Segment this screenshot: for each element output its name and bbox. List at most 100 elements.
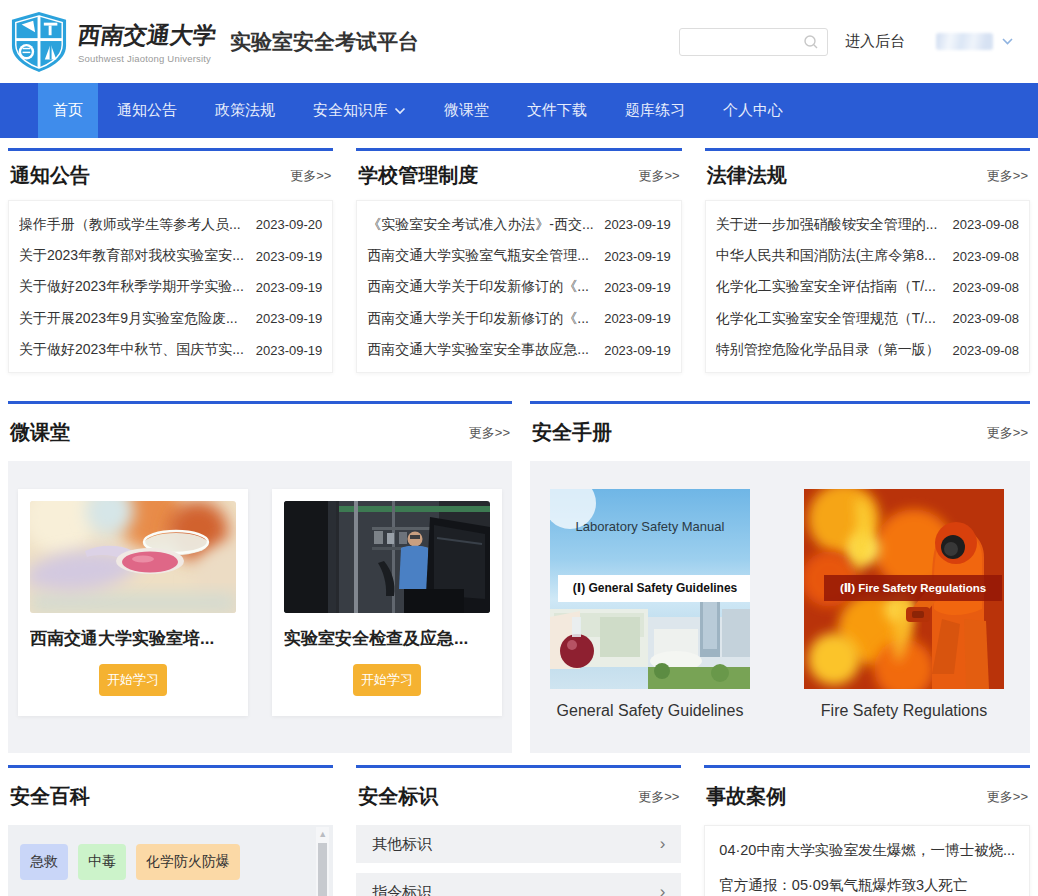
list-item[interactable]: 关于做好2023年中秋节、国庆节实... 2023-09-19 — [19, 335, 322, 366]
list-item[interactable]: 化学化工实验室安全管理规范（T/...2023-09-08 — [716, 303, 1019, 334]
search-icon[interactable] — [803, 34, 819, 50]
more-link[interactable]: 更多>> — [987, 167, 1028, 185]
more-link[interactable]: 更多>> — [469, 424, 510, 442]
main-content: 通知公告 更多>> 操作手册（教师或学生等参考人员...2023-09-20关于… — [0, 148, 1038, 896]
wiki-tag[interactable]: 急救 — [20, 844, 68, 880]
item-date: 2023-09-08 — [953, 249, 1020, 264]
item-date: 2023-09-19 — [604, 311, 671, 326]
section-title: 安全百科 — [10, 783, 90, 810]
section-title: 微课堂 — [10, 419, 70, 446]
user-name-blurred — [936, 33, 993, 50]
item-date: 2023-09-08 — [953, 217, 1020, 232]
item-title[interactable]: 关于2023年教育部对我校实验室安... — [19, 247, 250, 265]
item-date: 2023-09-19 — [256, 280, 323, 295]
sign-category-row[interactable]: 其他标识› — [356, 825, 681, 863]
search-box[interactable] — [679, 28, 828, 56]
nav-item-5[interactable]: 文件下载 — [508, 83, 606, 138]
list-item[interactable]: 特别管控危险化学品目录（第一版） 2023-09-08 — [716, 335, 1019, 366]
section-title: 事故案例 — [706, 783, 786, 810]
manual-caption[interactable]: General Safety Guidelines — [550, 702, 750, 720]
nav-item-3[interactable]: 安全知识库 — [294, 83, 425, 138]
more-link[interactable]: 更多>> — [987, 788, 1028, 806]
list-item[interactable]: 化学化工实验室安全评估指南（T/... 2023-09-08 — [716, 272, 1019, 303]
sign-category-row[interactable]: 指令标识 › — [356, 873, 681, 896]
header: 西南交通大学 Southwest Jiaotong University 实验室… — [0, 0, 1038, 83]
user-menu[interactable] — [936, 33, 1013, 50]
list-item[interactable]: 操作手册（教师或学生等参考人员... 2023-09-20 — [19, 209, 322, 240]
section-title: 法律法规 — [707, 162, 787, 189]
sign-category-label: 指令标识 — [372, 883, 432, 896]
item-title[interactable]: 关于开展2023年9月实验室危险废... — [19, 310, 250, 328]
item-title[interactable]: 《实验室安全考试准入办法》-西交... — [367, 216, 598, 234]
item-title[interactable]: 化学化工实验室安全管理规范（T/... — [716, 310, 947, 328]
course-card[interactable]: 实验室安全检查及应急... 开始学习 — [272, 489, 502, 716]
manual-caption[interactable]: Fire Safety Regulations — [804, 702, 1004, 720]
wiki-panel: 急救中毒化学防火防爆 ▲ — [8, 825, 333, 896]
start-learning-button[interactable]: 开始学习 — [353, 664, 421, 696]
list-item[interactable]: 西南交通大学实验室气瓶安全管理... 2023-09-19 — [367, 240, 670, 271]
list-item[interactable]: 西南交通大学关于印发新修订的《... 2023-09-19 — [367, 272, 670, 303]
item-date: 2023-09-20 — [256, 217, 323, 232]
more-link[interactable]: 更多>> — [987, 424, 1028, 442]
list-item[interactable]: 《实验室安全考试准入办法》-西交...2023-09-19 — [367, 209, 670, 240]
search-input[interactable] — [688, 34, 803, 49]
course-card[interactable]: 西南交通大学实验室培... 开始学习 — [18, 489, 248, 716]
nav-item-2[interactable]: 政策法规 — [196, 83, 294, 138]
item-title[interactable]: 西南交通大学实验室气瓶安全管理... — [367, 247, 598, 265]
section-notices: 通知公告 更多>> 操作手册（教师或学生等参考人员...2023-09-20关于… — [8, 148, 333, 373]
course-image-petri-dish — [30, 501, 236, 613]
nav-item-6[interactable]: 题库练习 — [606, 83, 704, 138]
item-title[interactable]: 西南交通大学关于印发新修订的《... — [367, 310, 598, 328]
item-date: 2023-09-08 — [953, 280, 1020, 295]
chevron-down-icon — [394, 107, 406, 115]
item-date: 2023-09-19 — [256, 343, 323, 358]
wiki-tag[interactable]: 化学防火防爆 — [136, 844, 240, 880]
chevron-down-icon[interactable] — [1002, 38, 1013, 45]
manual-card[interactable]: (Ⅱ) Fire Safety Regulations Fire Safety … — [804, 489, 1004, 753]
more-link[interactable]: 更多>> — [290, 167, 331, 185]
wiki-tag[interactable]: 中毒 — [78, 844, 126, 880]
nav-item-4[interactable]: 微课堂 — [425, 83, 508, 138]
section-title: 安全标识 — [358, 783, 438, 810]
scrollbar[interactable]: ▲ — [316, 827, 329, 896]
start-learning-button[interactable]: 开始学习 — [99, 664, 167, 696]
item-title[interactable]: 化学化工实验室安全评估指南（T/... — [716, 278, 947, 296]
nav-item-7[interactable]: 个人中心 — [704, 83, 802, 138]
item-title[interactable]: 关于做好2023年秋季学期开学实验... — [19, 278, 250, 296]
item-title[interactable]: 特别管控危险化学品目录（第一版） — [716, 341, 947, 359]
manual-cover-general-safety[interactable]: Laboratory Safety Manual (Ⅰ) General Saf… — [550, 489, 750, 689]
case-item[interactable]: 官方通报：05·09氧气瓶爆炸致3人死亡 — [719, 868, 1015, 896]
manual-card[interactable]: Laboratory Safety Manual (Ⅰ) General Saf… — [550, 489, 750, 753]
list-item[interactable]: 西南交通大学关于印发新修订的《... 2023-09-19 — [367, 303, 670, 334]
section-micro-courses: 微课堂 更多>> — [8, 401, 512, 753]
list-item[interactable]: 西南交通大学实验室安全事故应急...2023-09-19 — [367, 335, 670, 366]
item-title[interactable]: 关于进一步加强硝酸铵安全管理的... — [716, 216, 947, 234]
item-title[interactable]: 中华人民共和国消防法(主席令第8... — [716, 247, 947, 265]
more-link[interactable]: 更多>> — [638, 167, 679, 185]
nav-item-0[interactable]: 首页 — [38, 83, 98, 138]
list-item[interactable]: 中华人民共和国消防法(主席令第8... 2023-09-08 — [716, 240, 1019, 271]
list-item[interactable]: 关于进一步加强硝酸铵安全管理的... 2023-09-08 — [716, 209, 1019, 240]
list-item[interactable]: 关于2023年教育部对我校实验室安...2023-09-19 — [19, 240, 322, 271]
nav-item-1[interactable]: 通知公告 — [98, 83, 196, 138]
item-title[interactable]: 操作手册（教师或学生等参考人员... — [19, 216, 250, 234]
list-item[interactable]: 关于做好2023年秋季学期开学实验... 2023-09-19 — [19, 272, 322, 303]
scroll-thumb[interactable] — [318, 843, 327, 896]
item-title[interactable]: 西南交通大学实验室安全事故应急... — [367, 341, 598, 359]
chevron-right-icon: › — [660, 882, 666, 896]
case-item[interactable]: 04·20中南大学实验室发生爆燃，一博士被烧... — [719, 833, 1015, 868]
item-date: 2023-09-19 — [604, 249, 671, 264]
cases-list: 04·20中南大学实验室发生爆燃，一博士被烧...官方通报：05·09氧气瓶爆炸… — [704, 825, 1030, 896]
more-link[interactable]: 更多>> — [638, 788, 679, 806]
item-title[interactable]: 西南交通大学关于印发新修订的《... — [367, 278, 598, 296]
manual-cover-fire-safety[interactable]: (Ⅱ) Fire Safety Regulations — [804, 489, 1004, 689]
list-item[interactable]: 关于开展2023年9月实验室危险废...2023-09-19 — [19, 303, 322, 334]
admin-backend-link[interactable]: 进入后台 — [845, 32, 905, 51]
item-date: 2023-09-19 — [604, 280, 671, 295]
item-title[interactable]: 关于做好2023年中秋节、国庆节实... — [19, 341, 250, 359]
scroll-up-arrow-icon[interactable]: ▲ — [318, 827, 327, 841]
notices-list: 操作手册（教师或学生等参考人员... 2023-09-20 关于2023年教育部对我… — [8, 200, 333, 373]
course-title[interactable]: 实验室安全检查及应急... — [284, 627, 490, 650]
item-date: 2023-09-08 — [953, 343, 1020, 358]
course-title[interactable]: 西南交通大学实验室培... — [30, 627, 236, 650]
